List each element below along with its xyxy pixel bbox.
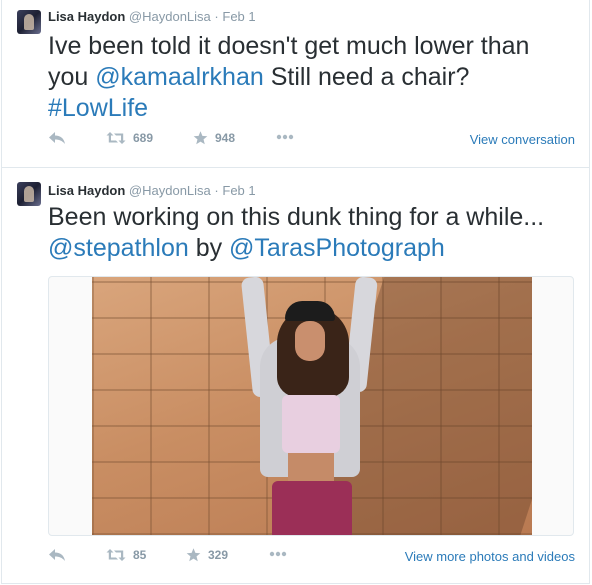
tweet-date[interactable]: Feb 1 <box>222 9 255 24</box>
photo-figure-skirt <box>272 481 352 535</box>
reply-button[interactable] <box>48 131 66 145</box>
user-handle[interactable]: @HaydonLisa <box>129 183 211 198</box>
mention-link[interactable]: @TarasPhotograph <box>229 234 445 262</box>
user-handle[interactable]: @HaydonLisa <box>129 9 211 24</box>
tweet-header: Lisa Haydon @HaydonLisa · Feb 1 <box>48 9 256 24</box>
tweet-actions: 85 329 View more photos and videos <box>48 548 575 568</box>
avatar[interactable] <box>17 182 41 206</box>
user-name[interactable]: Lisa Haydon <box>48 183 125 198</box>
star-icon <box>186 548 201 562</box>
view-conversation-link[interactable]: View conversation <box>470 132 575 147</box>
tweet-text: Ive been told it doesn't get much lower … <box>48 31 575 124</box>
photo-figure-cap <box>285 301 335 321</box>
more-button[interactable] <box>276 134 294 140</box>
mention-link[interactable]: @kamaalrkhan <box>95 63 264 91</box>
retweet-count: 689 <box>133 131 154 145</box>
separator-dot: · <box>214 9 219 24</box>
tweet-text-part: Been working on this dunk thing for a wh… <box>48 203 545 231</box>
tweet-text-part: by <box>188 234 230 262</box>
star-icon <box>193 131 208 145</box>
tweet-photo[interactable] <box>92 277 532 535</box>
avatar[interactable] <box>17 10 41 34</box>
more-icon <box>269 551 287 557</box>
tweet-text: Been working on this dunk thing for a wh… <box>48 202 575 264</box>
retweet-button[interactable]: 85 <box>106 548 146 562</box>
reply-button[interactable] <box>48 548 66 562</box>
media-card[interactable] <box>48 276 574 536</box>
favorite-button[interactable]: 329 <box>186 548 228 562</box>
reply-icon <box>48 548 66 562</box>
favorite-count: 948 <box>215 131 236 145</box>
tweet-text-part: Still need a chair? <box>263 63 470 91</box>
separator-dot: · <box>214 183 219 198</box>
mention-link[interactable]: @stepathlon <box>48 234 189 262</box>
favorite-button[interactable]: 948 <box>193 131 235 145</box>
hashtag-link[interactable]: #LowLife <box>48 94 148 122</box>
tweet-header: Lisa Haydon @HaydonLisa · Feb 1 <box>48 183 256 198</box>
reply-icon <box>48 131 66 145</box>
retweet-icon <box>106 131 126 145</box>
tweet[interactable]: Lisa Haydon @HaydonLisa · Feb 1 Been wor… <box>1 168 590 584</box>
more-button[interactable] <box>269 551 287 557</box>
tweet[interactable]: Lisa Haydon @HaydonLisa · Feb 1 Ive been… <box>1 0 590 168</box>
more-icon <box>276 134 294 140</box>
user-name[interactable]: Lisa Haydon <box>48 9 125 24</box>
photo-figure-waist <box>288 453 334 483</box>
tweet-date[interactable]: Feb 1 <box>222 183 255 198</box>
retweet-icon <box>106 548 126 562</box>
view-more-photos-link[interactable]: View more photos and videos <box>405 549 575 564</box>
tweet-actions: 689 948 View conversation <box>48 131 575 151</box>
photo-figure-top <box>282 395 340 453</box>
favorite-count: 329 <box>208 548 229 562</box>
retweet-button[interactable]: 689 <box>106 131 153 145</box>
photo-figure-face <box>295 321 325 361</box>
retweet-count: 85 <box>133 548 147 562</box>
